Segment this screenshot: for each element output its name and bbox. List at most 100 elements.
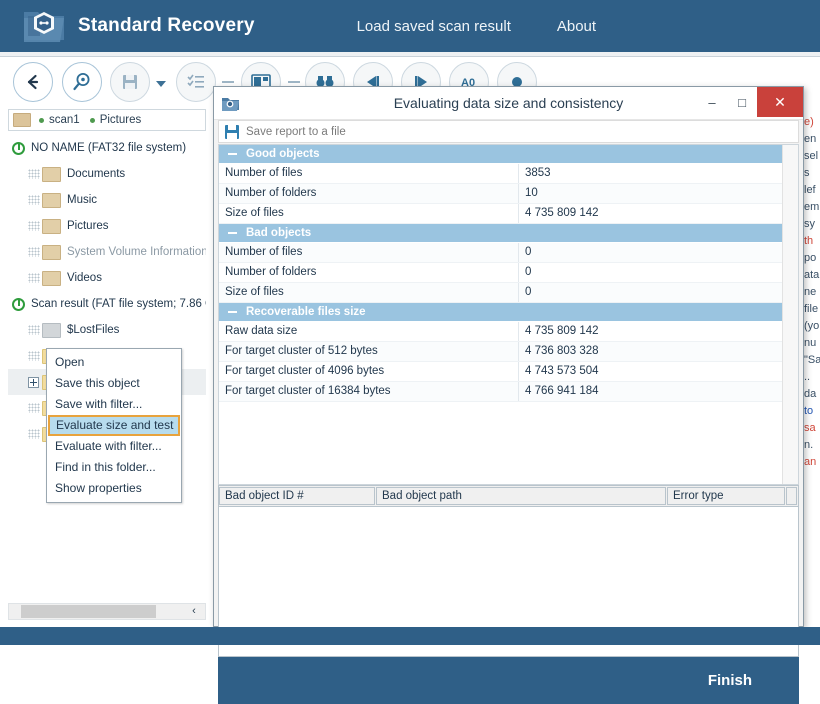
tree-item-label: $LostFiles (67, 324, 120, 336)
context-menu-item-save-this-object[interactable]: Save this object (47, 373, 181, 394)
collapse-minus-icon[interactable] (228, 153, 237, 155)
column-header-error-type[interactable]: Error type (667, 487, 785, 505)
dialog-toolbar[interactable]: Save report to a file (218, 120, 799, 143)
tree-horizontal-scrollbar[interactable]: ‹ (8, 603, 206, 620)
property-name: Size of files (219, 283, 519, 302)
property-name: Number of folders (219, 263, 519, 282)
minimize-button[interactable]: – (697, 87, 727, 117)
background-text-line: sa (804, 422, 816, 434)
properties-scrollbar[interactable] (782, 145, 798, 484)
app-footer-strip (0, 627, 820, 645)
property-row[interactable]: Size of files 0 (219, 283, 798, 303)
property-row[interactable]: For target cluster of 16384 bytes 4 766 9… (219, 382, 798, 402)
property-value: 0 (525, 266, 532, 278)
evaluating-dialog: Evaluating data size and consistency – □… (213, 86, 804, 704)
background-text-line: en (804, 133, 817, 145)
property-row[interactable]: Number of files 3853 (219, 164, 798, 184)
column-header-bad-object-path[interactable]: Bad object path (376, 487, 666, 505)
tree-item-music[interactable]: Music (8, 187, 206, 213)
background-text-line: sy (804, 218, 815, 230)
tree-item-scan-result-fat-file-system-7-86-gb[interactable]: Scan result (FAT file system; 7.86 GB (8, 291, 206, 317)
property-value: 0 (525, 286, 532, 298)
back-button[interactable] (13, 62, 53, 102)
bad-objects-table-header: Bad object ID # Bad object path Error type (219, 486, 798, 507)
chevron-down-icon[interactable] (156, 81, 166, 89)
background-text-line: .. (804, 371, 811, 383)
folder-icon (42, 270, 61, 286)
tree-item-lostfiles[interactable]: $LostFiles (8, 317, 206, 343)
folder-icon (42, 192, 61, 208)
breadcrumb-dot (39, 117, 44, 123)
property-group-header[interactable]: Bad objects (219, 224, 798, 243)
tree-guide-dots (28, 169, 40, 179)
context-menu-item-save-with-filter[interactable]: Save with filter... (47, 394, 181, 415)
tree-item-videos[interactable]: Videos (8, 265, 206, 291)
column-header-bad-object-id[interactable]: Bad object ID # (219, 487, 375, 505)
property-row[interactable]: Number of folders 0 (219, 263, 798, 283)
tree-guide-dots (28, 195, 40, 205)
breadcrumb-item-scan1[interactable]: scan1 (49, 114, 80, 126)
tree-item-documents[interactable]: Documents (8, 161, 206, 187)
maximize-button[interactable]: □ (727, 87, 757, 117)
background-text-line: to (804, 405, 814, 417)
property-row[interactable]: For target cluster of 512 bytes 4 736 803… (219, 342, 798, 362)
collapse-panel-button[interactable]: ‹ (187, 605, 201, 618)
save-button[interactable] (110, 62, 150, 102)
property-value: 4 736 803 328 (525, 345, 599, 357)
property-group-header[interactable]: Recoverable files size (219, 303, 798, 322)
property-name: For target cluster of 16384 bytes (219, 382, 519, 401)
property-group-title: Recoverable files size (246, 306, 366, 318)
property-row[interactable]: For target cluster of 4096 bytes 4 743 57… (219, 362, 798, 382)
property-group-header[interactable]: Good objects (219, 145, 798, 164)
scan-button[interactable] (62, 62, 102, 102)
finish-button[interactable]: Finish (708, 672, 752, 689)
tree-guide-dots (28, 403, 40, 413)
tree-item-label: Pictures (67, 220, 109, 232)
tree-guide-dots (28, 429, 40, 439)
property-group-title: Good objects (246, 148, 320, 160)
close-button[interactable]: ✕ (757, 87, 803, 117)
nav-about[interactable]: About (557, 18, 596, 35)
tree-guide-dots (28, 221, 40, 231)
property-name: Number of files (219, 164, 519, 183)
tree-item-label: Music (67, 194, 98, 206)
nav-load-saved-scan-result[interactable]: Load saved scan result (357, 18, 511, 35)
property-row[interactable]: Size of files 4 735 809 142 (219, 204, 798, 224)
background-text-line: nu (804, 337, 817, 349)
context-menu-item-evaluate-with-filter[interactable]: Evaluate with filter... (47, 436, 181, 457)
tree-item-no-name-fat32-file-system[interactable]: NO NAME (FAT32 file system) (8, 135, 206, 161)
collapse-minus-icon[interactable] (228, 311, 237, 313)
dialog-titlebar[interactable]: Evaluating data size and consistency – □… (214, 87, 803, 120)
context-menu-item-show-properties[interactable]: Show properties (47, 478, 181, 499)
folder-icon (42, 166, 61, 182)
context-menu[interactable]: Open Save this object Save with filter... E… (46, 348, 182, 503)
collapse-minus-icon[interactable] (228, 232, 237, 234)
folder-icon (13, 113, 31, 127)
background-text-line: an (804, 456, 817, 468)
property-name: Number of folders (219, 184, 519, 203)
tree-item-system-volume-information[interactable]: System Volume Information (8, 239, 206, 265)
context-menu-item-evaluate-size-and-test[interactable]: Evaluate size and test (48, 415, 180, 436)
disk-icon (12, 297, 25, 311)
property-row[interactable]: Number of folders 10 (219, 184, 798, 204)
breadcrumb[interactable]: scan1 Pictures (8, 109, 206, 131)
property-row[interactable]: Number of files 0 (219, 243, 798, 263)
property-row[interactable]: Raw data size 4 735 809 142 (219, 322, 798, 342)
tree-item-label: Documents (67, 168, 126, 180)
background-text-line: th (804, 235, 814, 247)
tree-item-label: System Volume Information (67, 246, 206, 258)
expand-node-icon[interactable] (28, 376, 39, 388)
list-button[interactable] (176, 62, 216, 102)
context-menu-item-open[interactable]: Open (47, 352, 181, 373)
breadcrumb-item-pictures[interactable]: Pictures (100, 114, 142, 126)
tree-item-pictures[interactable]: Pictures (8, 213, 206, 239)
save-report-label[interactable]: Save report to a file (246, 126, 346, 138)
toolbar-separator-2 (288, 81, 300, 83)
property-group-title: Bad objects (246, 227, 312, 239)
tree-guide-dots (28, 351, 40, 361)
tree-guide-dots (28, 273, 40, 283)
context-menu-item-find-in-this-folder[interactable]: Find in this folder... (47, 457, 181, 478)
toolbar-separator (222, 81, 234, 83)
scrollbar-thumb[interactable] (21, 605, 156, 618)
property-value: 4 766 941 184 (525, 385, 599, 397)
